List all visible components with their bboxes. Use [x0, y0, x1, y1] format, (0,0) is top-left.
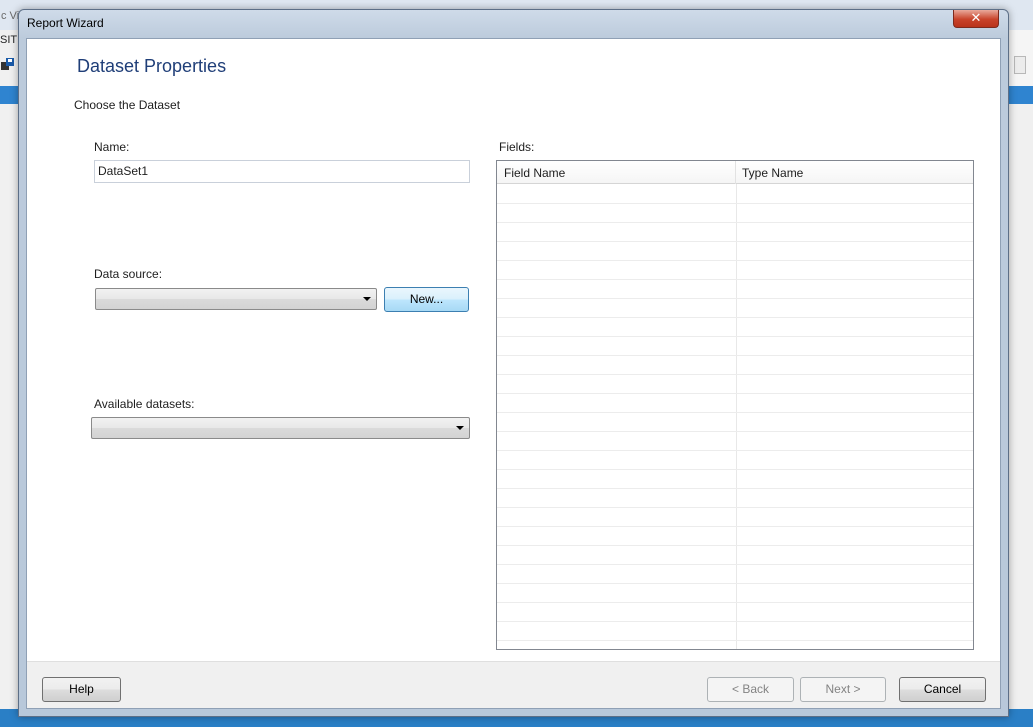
chevron-down-icon	[363, 297, 371, 301]
data-source-dropdown[interactable]	[95, 288, 377, 310]
table-row	[497, 527, 973, 546]
wizard-footer: Help < Back Next > Cancel	[27, 661, 1000, 708]
table-row	[497, 394, 973, 413]
fields-label: Fields:	[499, 140, 535, 154]
table-row	[497, 337, 973, 356]
column-header-field-name[interactable]: Field Name	[497, 161, 736, 184]
table-row	[497, 413, 973, 432]
background-dropdown-button[interactable]	[1014, 56, 1026, 74]
table-row	[497, 470, 973, 489]
data-source-label: Data source:	[94, 267, 163, 281]
table-row	[497, 375, 973, 394]
name-input[interactable]: DataSet1	[94, 160, 470, 183]
table-row	[497, 489, 973, 508]
table-row	[497, 242, 973, 261]
table-row	[497, 451, 973, 470]
page-title: Dataset Properties	[77, 56, 227, 76]
chevron-down-icon	[456, 426, 464, 430]
new-data-source-button[interactable]: New...	[384, 287, 469, 312]
table-row	[497, 185, 973, 204]
help-button[interactable]: Help	[42, 677, 121, 702]
window-title: Report Wizard	[27, 16, 104, 30]
table-row	[497, 261, 973, 280]
cancel-button[interactable]: Cancel	[899, 677, 986, 702]
table-row	[497, 546, 973, 565]
fields-grid-header: Field Name Type Name	[497, 161, 973, 184]
table-row	[497, 299, 973, 318]
page-subtitle: Choose the Dataset	[74, 98, 181, 112]
wizard-content: Dataset Properties Choose the Dataset Na…	[26, 38, 1001, 709]
table-row	[497, 432, 973, 451]
background-tab-strip	[0, 86, 20, 104]
available-datasets-label: Available datasets:	[94, 397, 195, 411]
column-header-type-name[interactable]: Type Name	[736, 161, 973, 184]
table-row	[497, 280, 973, 299]
fields-grid[interactable]: Field Name Type Name	[496, 160, 974, 650]
report-wizard-dialog: Report Wizard ✕ Dataset Properties Choos…	[18, 9, 1009, 717]
table-row	[497, 356, 973, 375]
table-row	[497, 622, 973, 641]
table-row	[497, 584, 973, 603]
table-row	[497, 565, 973, 584]
close-icon: ✕	[970, 11, 982, 26]
table-row	[497, 223, 973, 242]
table-row	[497, 603, 973, 622]
table-row	[497, 204, 973, 223]
save-icon[interactable]	[1, 58, 14, 71]
available-datasets-dropdown[interactable]	[91, 417, 470, 439]
name-label: Name:	[94, 140, 130, 154]
next-button[interactable]: Next >	[800, 677, 886, 702]
close-button[interactable]: ✕	[953, 10, 999, 28]
background-title-fragment: c Vi	[1, 10, 20, 22]
table-row	[497, 318, 973, 337]
table-row	[497, 508, 973, 527]
back-button[interactable]: < Back	[707, 677, 794, 702]
